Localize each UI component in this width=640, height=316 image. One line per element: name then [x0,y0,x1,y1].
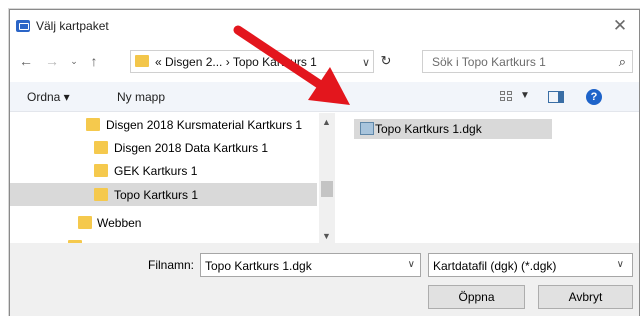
navigation-tree: Disgen 2018 Kursmaterial Kartkurs 1 Disg… [10,113,335,243]
folder-icon [94,141,108,154]
tree-item[interactable]: Disgen 2018 Data Kartkurs 1 [10,136,317,159]
preview-pane-icon[interactable] [548,91,564,103]
recent-locations-chevron-icon[interactable]: ⌄ [66,53,82,69]
view-options-icon[interactable] [500,91,514,103]
organize-menu-button[interactable]: Ordna ▾ [27,90,70,104]
tree-item-selected[interactable]: Topo Kartkurs 1 [10,183,317,206]
address-path[interactable]: « Disgen 2... › Topo Kartkurs 1 [155,55,317,69]
filename-value[interactable]: Topo Kartkurs 1.dgk [205,259,312,273]
scroll-down-icon[interactable]: ▼ [322,231,331,241]
forward-arrow-icon[interactable]: → [44,53,60,69]
tree-item[interactable] [10,235,317,243]
tree-item-label: Topo Kartkurs 1 [114,188,199,202]
scroll-up-icon[interactable]: ▲ [322,117,331,127]
filename-dropdown-chevron-icon[interactable]: ∨ [408,259,415,270]
back-arrow-icon[interactable]: ← [18,53,34,69]
filetype-value: Kartdatafil (dgk) (*.dgk) [433,259,557,273]
address-bar[interactable]: « Disgen 2... › Topo Kartkurs 1 [130,50,374,73]
cancel-button[interactable]: Avbryt [538,285,633,309]
tree-item[interactable]: GEK Kartkurs 1 [10,159,317,182]
close-button[interactable]: ✕ [611,17,629,35]
filetype-dropdown-chevron-icon[interactable]: ∨ [617,259,624,270]
search-box[interactable]: Sök i Topo Kartkurs 1 ⌕ [422,50,633,73]
open-button[interactable]: Öppna [428,285,525,309]
folder-icon [78,216,92,229]
file-open-dialog: Välj kartpaket ✕ ← → ⌄ ↑ « Disgen 2... ›… [9,9,640,316]
filename-input[interactable]: Topo Kartkurs 1.dgk ∨ [200,253,421,277]
tree-item-label: Disgen 2018 Data Kartkurs 1 [114,141,269,155]
refresh-icon[interactable]: ↻ [376,51,396,71]
new-folder-button[interactable]: Ny mapp [117,90,165,104]
folder-icon [94,188,108,201]
filename-label: Filnamn: [148,258,195,272]
tree-item-label: Webben [97,216,142,230]
window-title: Välj kartpaket [36,19,109,33]
search-placeholder: Sök i Topo Kartkurs 1 [432,55,546,69]
file-name: Topo Kartkurs 1.dgk [375,122,482,136]
up-arrow-icon[interactable]: ↑ [86,53,102,69]
folder-icon [86,118,100,131]
tree-scrollbar[interactable]: ▲ ▼ [319,113,335,243]
tree-item-label: GEK Kartkurs 1 [114,164,198,178]
help-icon[interactable]: ? [586,89,602,105]
view-dropdown-chevron-icon[interactable]: ▼ [520,90,530,101]
file-list-item[interactable]: Topo Kartkurs 1.dgk [354,119,552,139]
tree-item-label: Disgen 2018 Kursmaterial Kartkurs 1 [106,118,303,132]
dialog-footer: Filnamn: Topo Kartkurs 1.dgk ∨ Kartdataf… [10,243,639,316]
command-toolbar: Ordna ▾ Ny mapp ▼ ? [10,82,639,112]
app-icon [16,20,30,32]
folder-icon [135,55,149,67]
tree-item[interactable]: Webben [10,211,317,234]
search-icon[interactable]: ⌕ [619,54,626,70]
map-file-icon [360,122,374,135]
filetype-select[interactable]: Kartdatafil (dgk) (*.dgk) ∨ [428,253,633,277]
folder-icon [94,164,108,177]
scrollbar-thumb[interactable] [321,181,333,197]
title-bar: Välj kartpaket ✕ [10,10,639,44]
address-dropdown-chevron-icon[interactable]: ∨ [362,56,370,69]
tree-item[interactable]: Disgen 2018 Kursmaterial Kartkurs 1 [10,113,317,136]
